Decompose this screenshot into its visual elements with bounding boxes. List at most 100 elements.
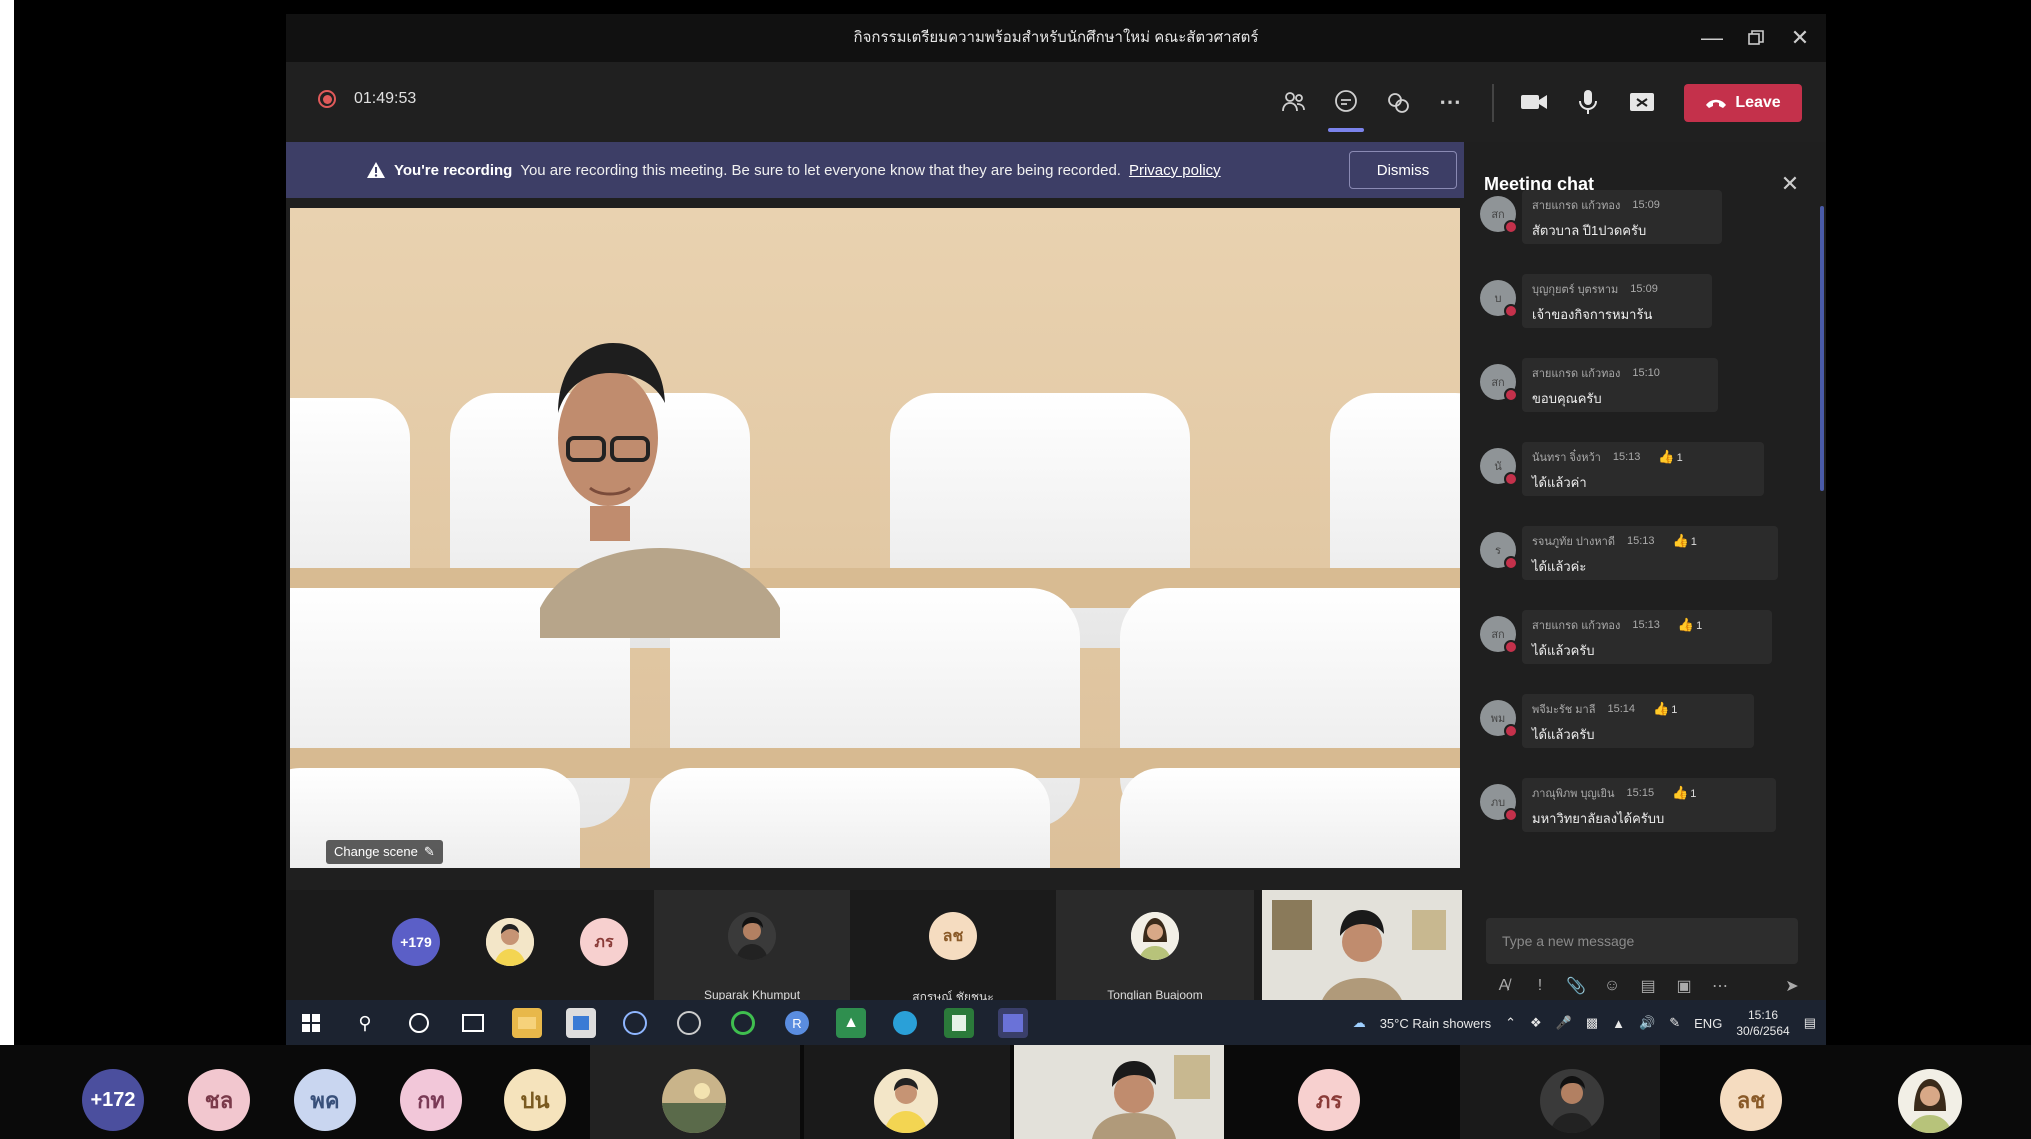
- more-participants-button[interactable]: +179: [392, 918, 440, 966]
- teams-taskbar-button[interactable]: [998, 1008, 1028, 1038]
- participant-photo-avatar[interactable]: [1898, 1069, 1962, 1133]
- store-button[interactable]: [566, 1008, 596, 1038]
- like-reaction[interactable]: 👍 1: [1678, 617, 1702, 633]
- change-scene-button[interactable]: Change scene ✎: [326, 840, 443, 864]
- participants-button[interactable]: [1274, 82, 1314, 122]
- like-reaction[interactable]: 👍 1: [1653, 701, 1677, 717]
- app-button[interactable]: [674, 1008, 704, 1038]
- sticker-button[interactable]: ▣: [1670, 972, 1698, 1000]
- self-video-tile[interactable]: [1262, 890, 1462, 1014]
- reactions-button[interactable]: [1378, 82, 1418, 122]
- more-options-button[interactable]: ⋯: [1430, 82, 1470, 122]
- participant-initials-avatar[interactable]: ปน: [504, 1069, 566, 1131]
- message-bubble[interactable]: พจีมะรัช มาลี 15:14 👍 1 ได้แล้วครับ: [1522, 694, 1754, 748]
- participant-tile[interactable]: Suparak Khumput: [654, 890, 850, 1014]
- message-bubble[interactable]: รจนภูทัย ปางหาดี 15:13 👍 1 ได้แล้วค่ะ: [1522, 526, 1778, 580]
- chevron-up-icon[interactable]: ⌃: [1505, 1015, 1516, 1031]
- dismiss-button[interactable]: Dismiss: [1349, 151, 1457, 189]
- weather-text[interactable]: 35°C Rain showers: [1380, 1016, 1491, 1031]
- message-bubble[interactable]: ภาณุพิภพ บุญเยิน 15:15 👍 1 มหาวิทยาลัยลงได้ค…: [1522, 778, 1776, 832]
- chat-message[interactable]: บบุญกุยตร์ บุตรหาม 15:09 เจ้าของกิจการหมาร…: [1480, 274, 1720, 332]
- participant-initials-avatar[interactable]: กท: [400, 1069, 462, 1131]
- reaction-count: 1: [1690, 788, 1697, 800]
- app-button[interactable]: [728, 1008, 758, 1038]
- format-button[interactable]: A̸: [1490, 972, 1518, 1000]
- more-participants-button[interactable]: +172: [82, 1069, 144, 1131]
- task-view-button[interactable]: [458, 1008, 488, 1038]
- dropbox-icon[interactable]: ❖: [1530, 1015, 1542, 1031]
- chat-message[interactable]: นั นันทรา จิ๋งหว้า 15:13 👍 1 ได้แล้วค่า: [1480, 442, 1772, 500]
- close-chat-button[interactable]: ✕: [1774, 168, 1806, 200]
- speedometer-app-button[interactable]: [620, 1008, 650, 1038]
- attach-button[interactable]: 📎: [1562, 972, 1590, 1000]
- maximize-button[interactable]: [1736, 22, 1776, 54]
- gif-button[interactable]: ▤: [1634, 972, 1662, 1000]
- app-button[interactable]: R: [782, 1008, 812, 1038]
- message-bubble[interactable]: สายแกรด แก้วทอง 15:13 👍 1 ได้แล้วครับ: [1522, 610, 1772, 664]
- exclamation-icon: !: [1537, 977, 1543, 994]
- message-bubble[interactable]: นันทรา จิ๋งหว้า 15:13 👍 1 ได้แล้วค่า: [1522, 442, 1764, 496]
- participant-tile[interactable]: Tonglian Buajoom: [1056, 890, 1254, 1014]
- chat-message[interactable]: รรจนภูทัย ปางหาดี 15:13 👍 1 ได้แล้วค่ะ: [1480, 526, 1786, 584]
- file-explorer-button[interactable]: [512, 1008, 542, 1038]
- participant-tile[interactable]: [1460, 1045, 1660, 1139]
- chat-scrollbar[interactable]: [1820, 206, 1824, 491]
- participant-initials-avatar[interactable]: ภร: [580, 918, 628, 966]
- more-compose-button[interactable]: ⋯: [1706, 972, 1734, 1000]
- chat-message[interactable]: สก สายแกรด แก้วทอง 15:13 👍 1 ได้แล้วครับ: [1480, 610, 1780, 668]
- participant-tile[interactable]: ลช สุกรษณ์ ชัยชนะ: [854, 890, 1052, 1014]
- message-bubble[interactable]: สายแกรด แก้วทอง 15:10 ขอบคุณครับ: [1522, 358, 1718, 412]
- pen-icon[interactable]: ✎: [1669, 1015, 1680, 1031]
- participant-initials-avatar[interactable]: ชล: [188, 1069, 250, 1131]
- like-reaction[interactable]: 👍 1: [1672, 785, 1696, 801]
- edge-browser-button[interactable]: [890, 1008, 920, 1038]
- minimize-button[interactable]: —: [1692, 22, 1732, 54]
- share-screen-button[interactable]: [1622, 82, 1662, 122]
- chat-button[interactable]: [1326, 82, 1366, 122]
- participant-initials-avatar[interactable]: ลช: [1720, 1069, 1782, 1131]
- message-bubble[interactable]: บุญกุยตร์ บุตรหาม 15:09 เจ้าของกิจการหมาร้…: [1522, 274, 1712, 328]
- participant-tile[interactable]: [590, 1045, 800, 1139]
- notifications-icon[interactable]: ▤: [1804, 1015, 1816, 1031]
- message-compose-input[interactable]: Type a new message: [1486, 918, 1798, 964]
- close-window-button[interactable]: ✕: [1780, 22, 1820, 54]
- recording-indicator-icon: [318, 90, 336, 108]
- message-bubble[interactable]: สายแกรด แก้วทอง 15:09 สัตวบาล ปี1ปวดครับ: [1522, 190, 1722, 244]
- emoji-button[interactable]: ☺: [1598, 972, 1626, 1000]
- cortana-button[interactable]: [404, 1008, 434, 1038]
- presence-busy-icon: [1504, 808, 1518, 822]
- language-indicator[interactable]: ENG: [1694, 1016, 1722, 1031]
- like-reaction[interactable]: 👍 1: [1658, 449, 1682, 465]
- wifi-icon[interactable]: ▲: [1612, 1016, 1625, 1031]
- participant-initials-avatar[interactable]: ภร: [1298, 1069, 1360, 1131]
- message-text: ได้แล้วครับ: [1532, 727, 1595, 742]
- send-button[interactable]: ➤: [1778, 972, 1806, 1000]
- message-text: มหาวิทยาลัยลงได้ครับบ: [1532, 811, 1665, 826]
- photos-app-button[interactable]: ▲: [836, 1008, 866, 1038]
- participant-video-tile[interactable]: [1014, 1045, 1224, 1139]
- clock[interactable]: 15:16 30/6/2564: [1736, 1007, 1789, 1039]
- microphone-tray-icon[interactable]: 🎤: [1556, 1015, 1572, 1031]
- chat-message[interactable]: สก สายแกรด แก้วทอง 15:10 ขอบคุณครับ: [1480, 358, 1726, 416]
- network-icon[interactable]: ▩: [1586, 1015, 1598, 1031]
- chat-message[interactable]: พม พจีมะรัช มาลี 15:14 👍 1 ได้แล้วครับ: [1480, 694, 1762, 752]
- chat-message[interactable]: ภบ ภาณุพิภพ บุญเยิน 15:15 👍 1 มหาวิทยาลัยลงได…: [1480, 778, 1784, 836]
- format-icon: A̸: [1498, 977, 1510, 994]
- like-reaction[interactable]: 👍 1: [1673, 533, 1697, 549]
- chat-message[interactable]: สก สายแกรด แก้วทอง 15:09 สัตวบาล ปี1ปวดครับ: [1480, 190, 1730, 248]
- participant-tile[interactable]: [804, 1045, 1010, 1139]
- edge-icon: [893, 1011, 917, 1035]
- search-button[interactable]: ⚲: [350, 1008, 380, 1038]
- excel-button[interactable]: [944, 1008, 974, 1038]
- microphone-button[interactable]: [1568, 82, 1608, 122]
- privacy-policy-link[interactable]: Privacy policy: [1129, 162, 1221, 179]
- important-button[interactable]: !: [1526, 972, 1554, 1000]
- participant-photo-avatar[interactable]: [486, 918, 534, 966]
- mountain-icon: ▲: [843, 1014, 859, 1031]
- participant-initials-avatar[interactable]: พค: [294, 1069, 356, 1131]
- volume-icon[interactable]: 🔊: [1639, 1015, 1655, 1031]
- sender-name: รจนภูทัย ปางหาดี: [1532, 536, 1615, 548]
- leave-button[interactable]: Leave: [1684, 84, 1802, 122]
- start-button[interactable]: [296, 1008, 326, 1038]
- camera-button[interactable]: [1514, 82, 1554, 122]
